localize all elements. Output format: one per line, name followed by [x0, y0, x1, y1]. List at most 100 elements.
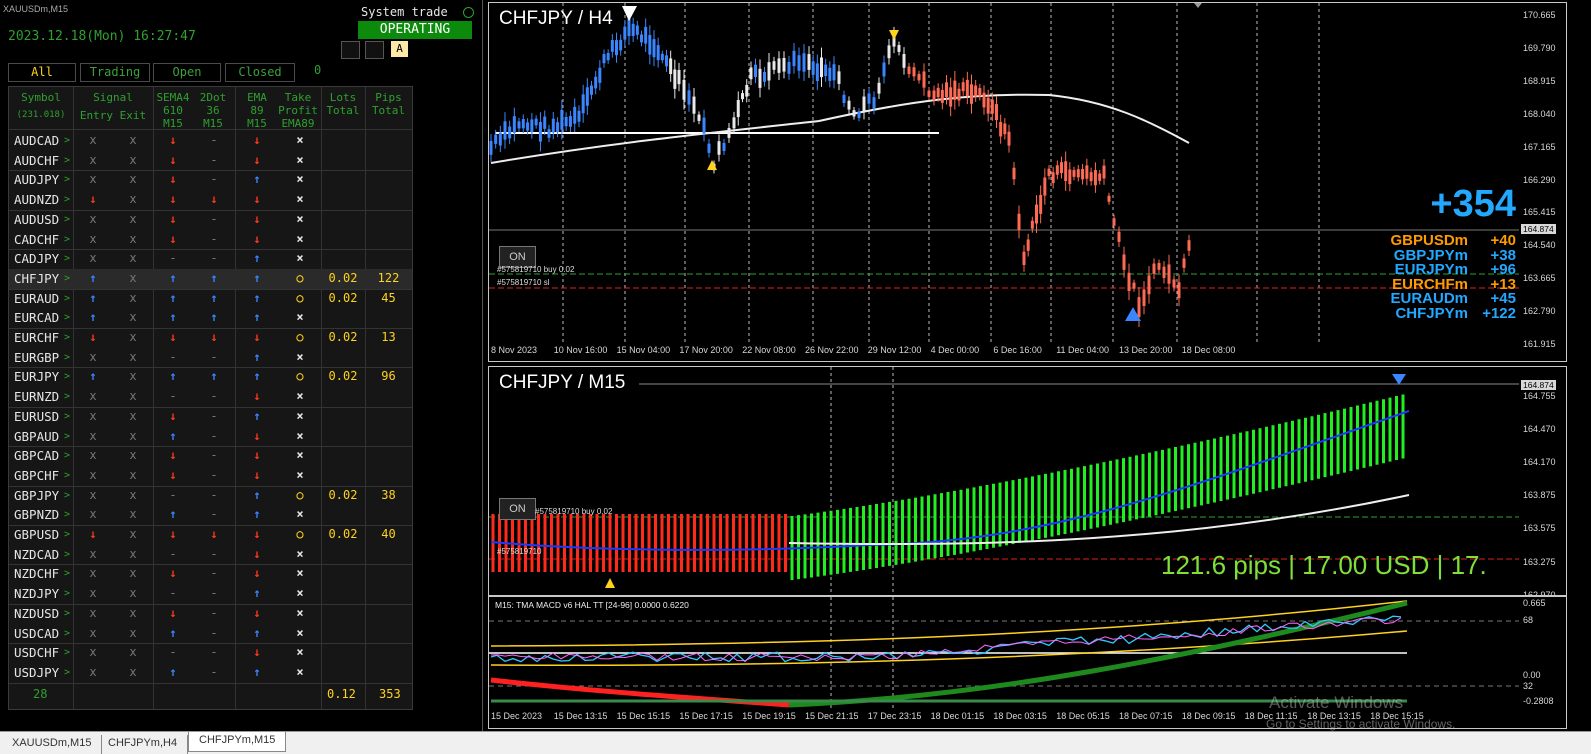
price-tick-label: 161.915: [1523, 339, 1556, 349]
sema-down-arrow-icon: ↓: [169, 152, 177, 167]
table-row[interactable]: CADCHF > x x ↓ - ↓ ×: [9, 230, 412, 250]
row-chevron-icon[interactable]: >: [64, 190, 70, 209]
row-chevron-icon[interactable]: >: [64, 525, 70, 544]
table-row[interactable]: USDCAD > x x ↑ - ↑ ×: [9, 624, 412, 644]
table-row[interactable]: GBPNZD > x x ↑ - ↑ ×: [9, 505, 412, 525]
table-row[interactable]: EURUSD > x x ↓ - ↑ ×: [9, 407, 412, 427]
table-row[interactable]: NZDCHF > x x ↓ - ↓ ×: [9, 564, 412, 584]
table-row[interactable]: CADJPY > x x - - ↑ ×: [9, 249, 412, 269]
table-row[interactable]: GBPUSD > ↓ x ↓ ↓ ↓ ○ 0.02 40: [9, 525, 412, 545]
macd-tick-label: 32: [1523, 681, 1534, 691]
row-chevron-icon[interactable]: >: [64, 249, 70, 268]
row-chevron-icon[interactable]: >: [64, 151, 70, 170]
h4-candle-body: [842, 94, 846, 103]
row-chevron-icon[interactable]: >: [64, 348, 70, 367]
chart-m15[interactable]: CHFJPY / M15 ON #575819710 buy 0.02 #575…: [488, 366, 1567, 596]
toggle-box-2[interactable]: [365, 41, 384, 59]
dot-dash-icon: -: [210, 389, 218, 404]
m15-on-button[interactable]: ON: [499, 498, 536, 520]
table-row[interactable]: GBPCAD > x x ↓ - ↓ ×: [9, 446, 412, 466]
table-row[interactable]: NZDUSD > x x ↓ - ↓ ×: [9, 604, 412, 624]
table-row[interactable]: EURNZD > x x - - ↓ ×: [9, 387, 412, 407]
price-tick-label: 163.275: [1523, 556, 1556, 567]
h4-candle-body: [999, 121, 1003, 137]
table-row[interactable]: USDCHF > x x - - ↓ ×: [9, 643, 412, 663]
row-chevron-icon[interactable]: >: [64, 328, 70, 347]
row-chevron-icon[interactable]: >: [64, 407, 70, 426]
row-chevron-icon[interactable]: >: [64, 387, 70, 406]
entry-x-mark-icon: x: [89, 389, 97, 404]
header-symbol: Symbol (231.018): [9, 91, 73, 122]
tab-all[interactable]: All: [8, 63, 76, 82]
table-row[interactable]: EURCHF > ↓ x ↓ ↓ ↓ ○ 0.02 13: [9, 328, 412, 348]
table-row[interactable]: GBPJPY > x x - - ↑ ○ 0.02 38: [9, 486, 412, 506]
row-chevron-icon[interactable]: >: [64, 427, 70, 446]
table-row[interactable]: AUDNZD > ↓ x ↓ ↓ ↓ ×: [9, 190, 412, 210]
h4-candle-body: [1035, 204, 1038, 224]
pips-cell: 96: [381, 369, 396, 384]
tab-xauusdm-m15[interactable]: XAUUSDm,M15: [2, 735, 103, 754]
tp-cross-icon: ×: [296, 566, 304, 581]
time-tick-label: 17 Nov 20:00: [679, 345, 733, 355]
h4-candle-body: [521, 119, 525, 129]
time-tick-label: 18 Dec 08:00: [1181, 345, 1236, 355]
table-row[interactable]: GBPCHF > x x ↓ - ↓ ×: [9, 466, 412, 486]
row-chevron-icon[interactable]: >: [64, 505, 70, 524]
table-row[interactable]: EURCAD > ↑ x ↑ ↑ ↑ ×: [9, 308, 412, 328]
row-chevron-icon[interactable]: >: [64, 230, 70, 249]
tab-trading[interactable]: Trading: [80, 63, 150, 82]
table-row[interactable]: AUDUSD > x x ↓ - ↓ ×: [9, 210, 412, 230]
row-chevron-icon[interactable]: >: [64, 131, 70, 150]
table-row[interactable]: EURAUD > ↑ x ↑ ↑ ↑ ○ 0.02 45: [9, 289, 412, 309]
table-row[interactable]: GBPAUD > x x ↑ - ↓ ×: [9, 427, 412, 447]
h4-candle-body: [610, 40, 614, 52]
row-chevron-icon[interactable]: >: [64, 604, 70, 623]
row-chevron-icon[interactable]: >: [64, 466, 70, 485]
row-chevron-icon[interactable]: >: [64, 624, 70, 643]
row-chevron-icon[interactable]: >: [64, 367, 70, 386]
tab-chfjpym-m15[interactable]: CHFJPYm,M15: [188, 732, 287, 752]
h4-candle-body: [732, 117, 736, 129]
row-chevron-icon[interactable]: >: [64, 170, 70, 189]
pips-cell: 45: [381, 290, 396, 305]
table-row[interactable]: NZDJPY > x x - - ↑ ×: [9, 584, 412, 604]
exit-x-mark-icon: x: [129, 487, 137, 502]
row-chevron-icon[interactable]: >: [64, 564, 70, 583]
row-chevron-icon[interactable]: >: [64, 446, 70, 465]
table-row[interactable]: EURJPY > ↑ x ↑ ↑ ↑ ○ 0.02 96: [9, 367, 412, 387]
h4-candle-body: [1182, 258, 1186, 268]
toggle-box-1[interactable]: [341, 41, 360, 59]
tab-chfjpym-h4[interactable]: CHFJPYm,H4: [98, 735, 189, 754]
mode-a-button[interactable]: A: [391, 41, 408, 57]
table-row[interactable]: AUDCHF > x x ↓ - ↓ ×: [9, 151, 412, 171]
h4-candle-body: [877, 82, 881, 94]
chart-h4[interactable]: CHFJPY / H4 ON #575819710 buy 0.02 #5758…: [488, 2, 1567, 362]
table-row[interactable]: AUDJPY > x x ↓ - ↑ ×: [9, 170, 412, 190]
row-chevron-icon[interactable]: >: [64, 545, 70, 564]
table-row[interactable]: USDJPY > x x ↑ - ↑ ×: [9, 663, 412, 683]
tab-closed[interactable]: Closed: [225, 63, 295, 82]
row-chevron-icon[interactable]: >: [64, 486, 70, 505]
table-row[interactable]: CHFJPY > ↑ x ↑ ↑ ↑ ○ 0.02 122: [9, 268, 412, 289]
table-row[interactable]: EURGBP > x x - - ↑ ×: [9, 348, 412, 368]
ema-up-arrow-icon: ↑: [253, 251, 261, 266]
h4-candle-body: [1162, 266, 1166, 278]
operating-status-badge[interactable]: OPERATING: [358, 21, 472, 39]
row-chevron-icon[interactable]: >: [64, 269, 70, 288]
tab-open[interactable]: Open: [153, 63, 221, 82]
macd-canvas[interactable]: [489, 597, 1566, 728]
tp-cross-icon: ×: [296, 349, 304, 364]
row-chevron-icon[interactable]: >: [64, 663, 70, 682]
row-chevron-icon[interactable]: >: [64, 210, 70, 229]
table-row[interactable]: AUDCAD > x x ↓ - ↓ ×: [9, 131, 412, 151]
h4-candle-body: [1039, 194, 1043, 214]
row-chevron-icon[interactable]: >: [64, 584, 70, 603]
h4-candle-body: [961, 82, 965, 92]
h4-chart-title: CHFJPY / H4: [499, 8, 613, 29]
row-chevron-icon[interactable]: >: [64, 643, 70, 662]
row-chevron-icon[interactable]: >: [64, 289, 70, 308]
row-chevron-icon[interactable]: >: [64, 308, 70, 327]
h4-candle-body: [847, 100, 851, 110]
table-row[interactable]: NZDCAD > x x - - ↓ ×: [9, 545, 412, 565]
macd-subwindow[interactable]: M15: TMA MACD v6 HAL TT [24-96] 0.0000 0…: [488, 596, 1567, 729]
